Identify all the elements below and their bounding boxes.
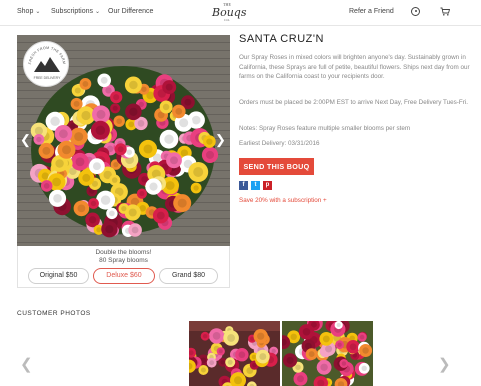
subscription-save-link[interactable]: Save 20% with a subscription + — [239, 197, 327, 204]
refer-a-friend-link[interactable]: Refer a Friend — [349, 8, 394, 15]
product-notes: Notes: Spray Roses feature multiple smal… — [239, 125, 411, 132]
product-image[interactable]: FRESH FROM THE FARM FREE DELIVERY — [17, 35, 230, 246]
image-next-arrow[interactable]: ❯ — [215, 133, 226, 147]
variant-note-line2: 80 Spray blooms — [99, 257, 148, 264]
nav-our-difference-label: Our Difference — [108, 8, 154, 15]
facebook-icon[interactable]: f — [239, 181, 248, 190]
farm-badge: FRESH FROM THE FARM FREE DELIVERY — [23, 41, 69, 87]
chevron-left-icon[interactable]: ❮ — [20, 355, 33, 373]
nav-subscriptions[interactable]: Subscriptions ⌄ — [51, 8, 100, 15]
variant-grand-button[interactable]: Grand $80 — [159, 268, 218, 284]
nav-shop-label: Shop — [17, 8, 34, 15]
user-icon[interactable] — [411, 7, 420, 16]
cart-icon[interactable] — [440, 7, 450, 16]
svg-text:FRESH FROM THE FARM: FRESH FROM THE FARM — [28, 46, 66, 65]
chevron-down-icon: ⌄ — [95, 9, 101, 15]
mountain-icon: FRESH FROM THE FARM FREE DELIVERY — [28, 46, 66, 80]
order-note: Orders must be placed be 2:00PM EST to a… — [239, 99, 468, 106]
variant-note-line1: Double the blooms! — [95, 249, 152, 256]
logo-main: Bouqs — [212, 6, 247, 19]
chevron-right-icon[interactable]: ❯ — [438, 355, 451, 373]
variant-original-button[interactable]: Original $50 — [28, 268, 89, 284]
customer-photos-title: CUSTOMER PHOTOS — [17, 310, 91, 317]
twitter-icon[interactable]: t — [251, 181, 260, 190]
send-this-bouq-button[interactable]: SEND THIS BOUQ — [239, 158, 314, 175]
earliest-delivery: Earliest Delivery: 03/31/2016 — [239, 140, 320, 147]
product-title: SANTA CRUZ'N — [239, 33, 324, 45]
badge-text: FRESH FROM THE FARM — [28, 46, 66, 65]
bouqs-logo[interactable]: THE Bouqs CO. — [212, 2, 247, 24]
customer-photo-image — [282, 321, 373, 386]
top-nav: Shop ⌄ Subscriptions ⌄ Our Difference THE … — [0, 0, 481, 26]
customer-photo[interactable] — [282, 321, 373, 386]
pinterest-icon[interactable]: p — [263, 181, 272, 190]
product-description: Our Spray Roses in mixed colors will bri… — [239, 54, 470, 80]
product-page: Shop ⌄ Subscriptions ⌄ Our Difference THE … — [0, 0, 481, 386]
nav-shop[interactable]: Shop ⌄ — [17, 8, 40, 15]
customer-photo-image — [189, 321, 280, 386]
nav-our-difference[interactable]: Our Difference — [108, 8, 153, 15]
image-prev-arrow[interactable]: ❮ — [20, 133, 31, 147]
customer-photo[interactable] — [189, 321, 280, 386]
nav-subscriptions-label: Subscriptions — [51, 8, 94, 15]
badge-subtext: FREE DELIVERY — [34, 76, 61, 80]
chevron-down-icon: ⌄ — [35, 9, 41, 15]
variant-deluxe-button[interactable]: Deluxe $60 — [93, 268, 155, 284]
